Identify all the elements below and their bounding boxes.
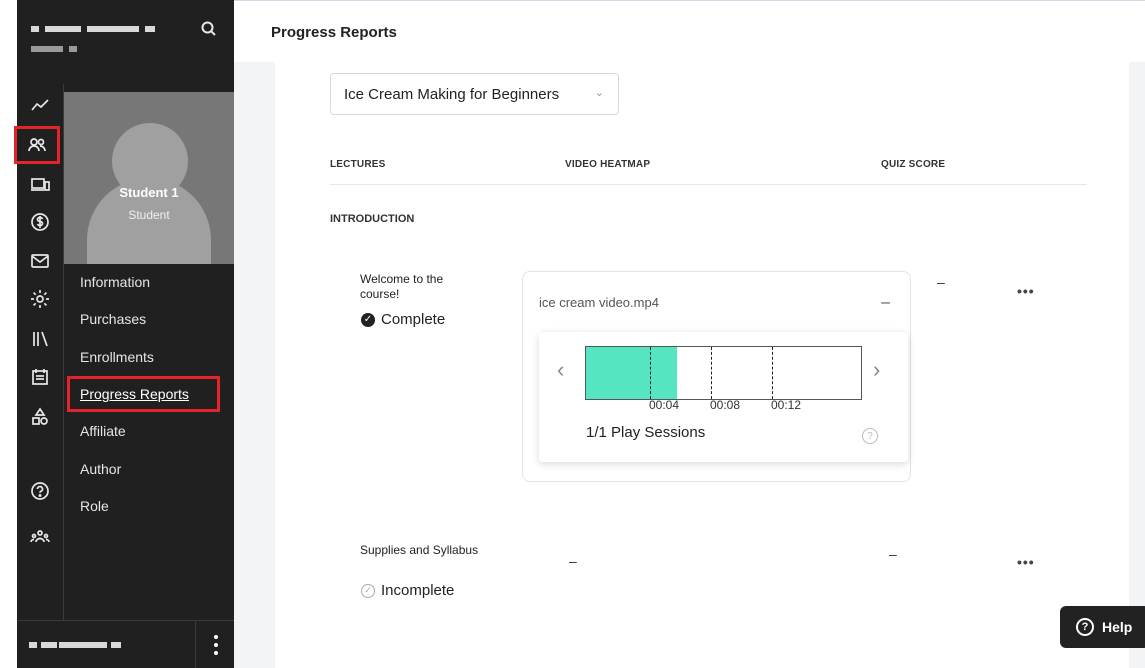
app-root: Student 1 Student Information Purchases … [0, 0, 1145, 668]
blurred-account [29, 642, 37, 648]
blurred-brand [31, 46, 63, 52]
divider [195, 621, 196, 668]
blurred-account [41, 642, 57, 648]
heatmap-tick-label: 00:08 [710, 398, 741, 412]
chevron-right-icon[interactable]: › [873, 357, 880, 383]
quiz-score: – [889, 546, 897, 562]
subnav-item-purchases[interactable]: Purchases [80, 311, 146, 327]
profile-role: Student [128, 208, 170, 222]
divider [330, 184, 1087, 185]
account-area [17, 620, 234, 668]
column-header-video-heatmap: VIDEO HEATMAP [565, 159, 651, 170]
course-select-value: Ice Cream Making for Beginners [344, 85, 560, 103]
blurred-brand [69, 46, 77, 52]
page-title: Progress Reports [271, 24, 397, 41]
course-select[interactable]: Ice Cream Making for Beginners ⌄ [330, 73, 619, 115]
analytics-icon[interactable] [25, 90, 55, 120]
lecture-status: ✓ Complete [361, 311, 445, 328]
video-heatmap-card: ice cream video.mp4 – ‹ › 00:04 00:08 00… [522, 271, 911, 482]
column-header-lectures: LECTURES [330, 159, 386, 170]
check-circle-icon: ✓ [361, 312, 375, 327]
settings-icon[interactable] [25, 284, 55, 314]
collapse-button[interactable]: – [881, 294, 890, 312]
team-icon[interactable] [25, 522, 55, 552]
users-icon[interactable] [14, 126, 60, 164]
check-circle-outline-icon: ✓ [361, 583, 375, 598]
help-circle-icon[interactable]: ? [862, 428, 878, 444]
play-sessions-label: 1/1 Play Sessions [586, 424, 706, 441]
lecture-title[interactable]: Welcome to the course! [360, 272, 480, 302]
subnav-item-enrollments[interactable]: Enrollments [80, 349, 154, 365]
heatmap-tick [772, 347, 773, 399]
brand-area [17, 0, 234, 84]
chevron-left-icon[interactable]: ‹ [557, 357, 564, 383]
subnav-item-information[interactable]: Information [80, 274, 150, 290]
subnav-item-affiliate[interactable]: Affiliate [80, 423, 126, 439]
help-icon: ? [1076, 618, 1094, 636]
video-file-name: ice cream video.mp4 [539, 295, 659, 310]
column-header-quiz-score: QUIZ SCORE [881, 159, 946, 170]
help-label: Help [1102, 619, 1133, 635]
content-gutter [234, 62, 275, 668]
blurred-account [111, 642, 121, 648]
lecture-title[interactable]: Supplies and Syllabus [360, 543, 480, 558]
mail-icon[interactable] [25, 246, 55, 276]
calendar-icon[interactable] [25, 362, 55, 392]
help-button[interactable]: ? Help [1060, 606, 1145, 648]
subnav-item-role[interactable]: Role [80, 498, 109, 514]
subnav-item-progress-reports[interactable]: Progress Reports [80, 386, 189, 402]
blurred-account [59, 642, 107, 648]
help-icon[interactable] [25, 476, 55, 506]
progress-content: Ice Cream Making for Beginners ⌄ LECTURE… [275, 62, 1129, 668]
library-icon[interactable] [25, 324, 55, 354]
heatmap-bar [585, 346, 862, 400]
heatmap-tick-label: 00:04 [649, 398, 680, 412]
heatmap-tick-label: 00:12 [771, 398, 802, 412]
profile-name: Student 1 [119, 185, 179, 200]
content-gutter [1129, 62, 1145, 668]
heatmap-tick [650, 347, 651, 399]
user-subnav: Student 1 Student Information Purchases … [64, 84, 234, 668]
heatmap-watched-fill [586, 347, 677, 399]
blurred-brand [31, 26, 39, 32]
more-options-icon[interactable]: ••• [1017, 283, 1035, 299]
subnav-item-author[interactable]: Author [80, 461, 121, 477]
blurred-brand [87, 26, 139, 32]
quiz-score: – [937, 274, 945, 290]
blurred-brand [45, 26, 81, 32]
heatmap-tick [711, 347, 712, 399]
blurred-brand [145, 26, 155, 32]
shapes-icon[interactable] [25, 402, 55, 432]
search-icon[interactable] [200, 20, 220, 40]
status-label: Complete [381, 311, 446, 328]
heatmap-panel: ‹ › 00:04 00:08 00:12 1/1 Play Sessions … [539, 332, 908, 462]
section-title: INTRODUCTION [330, 213, 415, 225]
icon-rail [14, 84, 64, 668]
video-heatmap-empty: – [569, 553, 577, 569]
lecture-status: ✓ Incomplete [361, 582, 454, 599]
chevron-down-icon: ⌄ [594, 87, 604, 99]
more-options-icon[interactable]: ••• [1017, 554, 1035, 570]
kebab-menu-icon[interactable] [213, 635, 219, 655]
dollar-icon[interactable] [25, 207, 55, 237]
top-bar: Progress Reports [234, 0, 1145, 62]
devices-icon[interactable] [25, 170, 55, 200]
profile-card: Student 1 Student [64, 92, 234, 264]
status-label: Incomplete [381, 582, 455, 599]
